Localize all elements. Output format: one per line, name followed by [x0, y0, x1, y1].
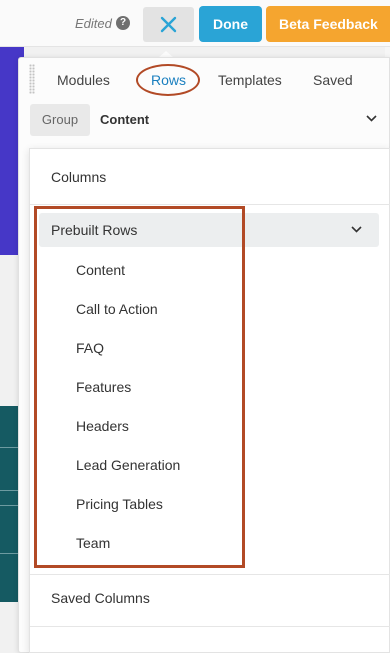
group-label: Group [30, 104, 90, 136]
group-select-value[interactable]: Content [100, 112, 149, 127]
tab-templates[interactable]: Templates [218, 72, 282, 88]
done-button[interactable]: Done [199, 6, 262, 42]
group-dropdown-menu: Columns Prebuilt Rows Content Call to Ac… [29, 148, 390, 653]
help-icon[interactable]: ? [116, 16, 130, 30]
builder-toolbar: Edited ? Done Beta Feedback [0, 0, 390, 47]
menu-item-columns[interactable]: Columns [51, 169, 106, 185]
chevron-down-icon[interactable] [366, 115, 377, 122]
tab-saved[interactable]: Saved [313, 72, 353, 88]
annotation-circle [136, 64, 200, 96]
menu-divider [30, 626, 390, 627]
beta-feedback-button[interactable]: Beta Feedback [266, 6, 390, 42]
edited-status: Edited [75, 16, 112, 31]
chevron-down-icon [351, 226, 362, 233]
tab-modules[interactable]: Modules [57, 72, 110, 88]
menu-divider [30, 204, 390, 205]
menu-item-saved-columns[interactable]: Saved Columns [51, 590, 150, 606]
drag-handle[interactable] [29, 64, 35, 94]
menu-divider [30, 574, 390, 575]
annotation-box [34, 206, 245, 568]
close-panel-button[interactable] [143, 7, 194, 42]
close-icon [160, 16, 177, 33]
